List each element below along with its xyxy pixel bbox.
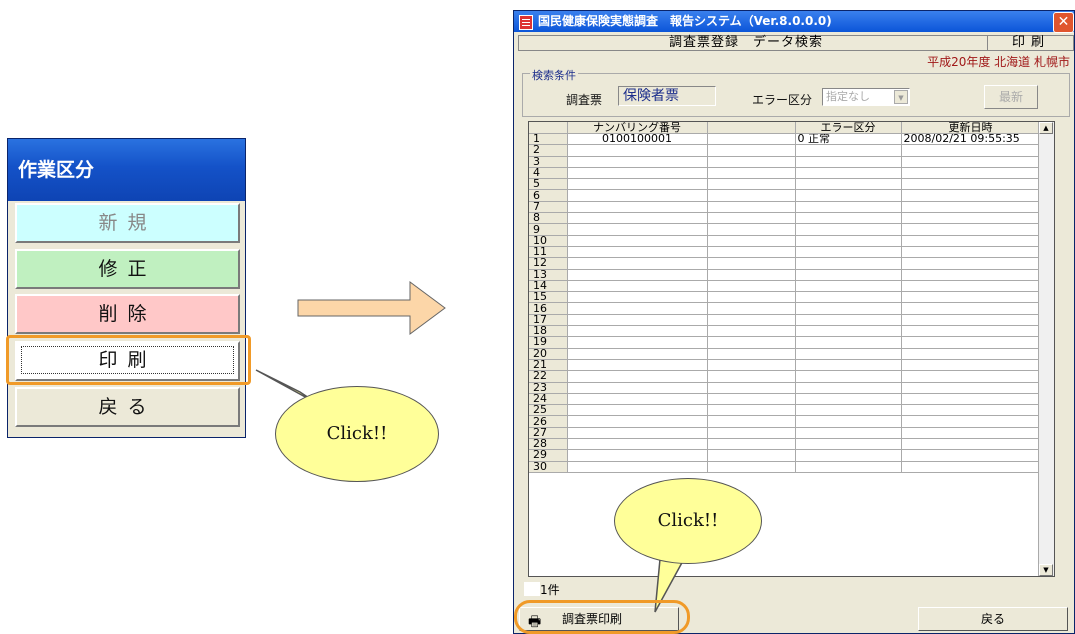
annotation-layer bbox=[255, 281, 692, 613]
callout-bottom-text: Click!! bbox=[657, 510, 719, 531]
right-arrow-icon bbox=[297, 281, 446, 335]
callout-left: Click!! bbox=[275, 386, 439, 482]
callout-bottom: Click!! bbox=[614, 478, 762, 564]
callout-left-text: Click!! bbox=[326, 423, 388, 444]
print-form-highlight bbox=[514, 600, 690, 634]
